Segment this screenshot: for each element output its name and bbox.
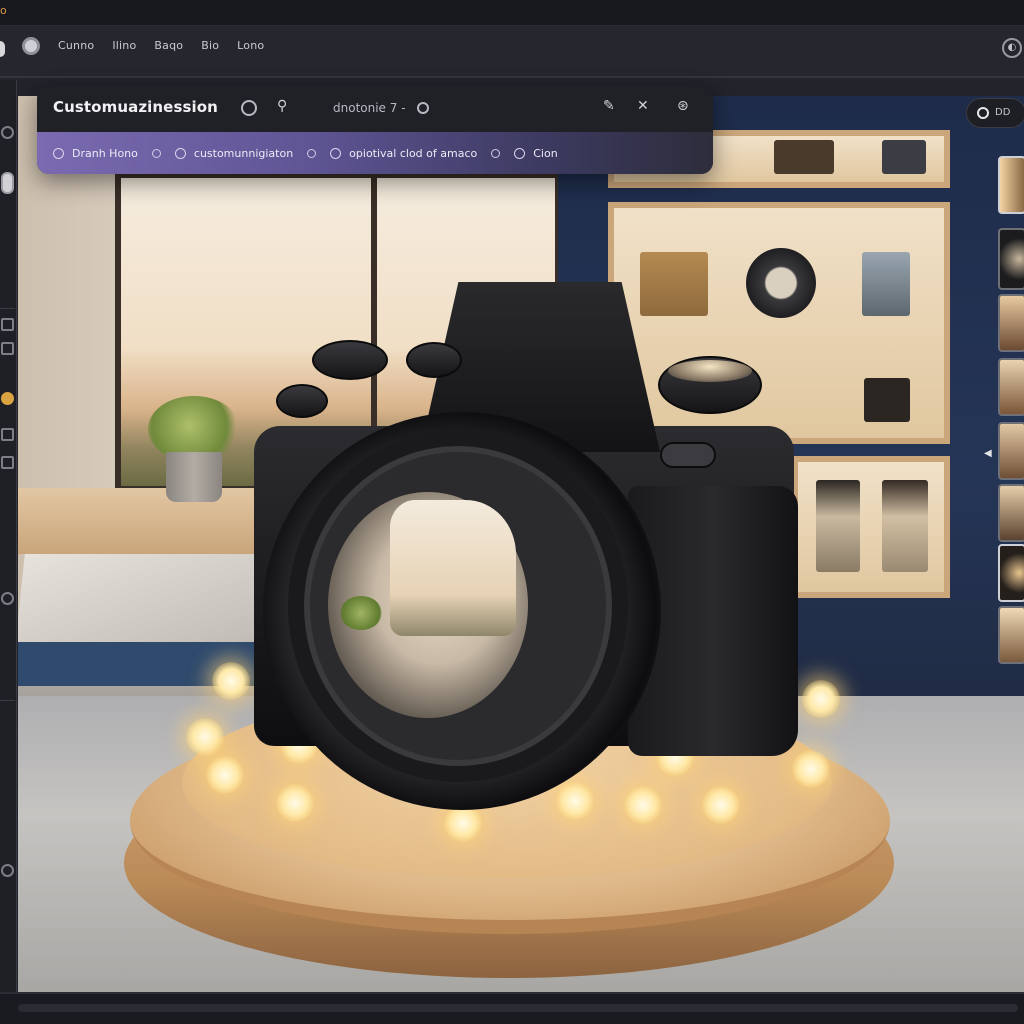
edit-icon[interactable]: ✎ xyxy=(603,98,615,114)
panel-tabs: Dranh Hono customunnigiaton opiotival cl… xyxy=(37,132,713,174)
select-icon[interactable] xyxy=(1,126,14,139)
light-bulb xyxy=(624,786,662,824)
record-icon[interactable] xyxy=(22,37,40,55)
status-bar xyxy=(0,992,1024,1024)
light-bulb xyxy=(206,756,244,794)
thumbnail[interactable] xyxy=(998,294,1024,352)
app-mark: o xyxy=(0,4,7,17)
brush-icon[interactable] xyxy=(1,456,14,469)
thumbnail[interactable] xyxy=(998,484,1024,542)
brush-icon[interactable] xyxy=(1,428,14,441)
color-icon[interactable] xyxy=(1,392,14,405)
menu-item-4[interactable]: Bio xyxy=(201,39,219,52)
plant-pot xyxy=(166,452,222,502)
thumbnail[interactable] xyxy=(998,544,1024,602)
title-bar: o xyxy=(0,0,1024,26)
circle-icon[interactable] xyxy=(241,100,257,116)
tab-3[interactable]: opiotival clod of amaco xyxy=(330,146,501,160)
camera-button xyxy=(660,442,716,468)
light-bulb xyxy=(212,662,250,700)
pin-icon[interactable]: ⚲ xyxy=(277,98,287,114)
expand-arrow-icon[interactable]: ◀ xyxy=(984,448,992,459)
thumbnail[interactable] xyxy=(998,156,1024,214)
tab-icon xyxy=(514,147,526,159)
thumbnail[interactable] xyxy=(998,422,1024,480)
zoom-icon[interactable] xyxy=(1,592,14,605)
lens-reflection-plant xyxy=(340,596,382,630)
move-icon[interactable] xyxy=(1,172,14,194)
rail-divider xyxy=(0,308,15,309)
panel-subtitle: dnotonie 7 - xyxy=(333,101,406,115)
close-icon[interactable]: ✕ xyxy=(637,98,649,114)
menu-bar: Cunno Ilino Baqo Bio Lono ◐ xyxy=(0,26,1024,78)
app-icon[interactable] xyxy=(0,41,5,57)
tool-rail xyxy=(0,80,17,992)
light-bulb xyxy=(276,784,314,822)
tab-icon xyxy=(174,147,186,159)
shelf xyxy=(608,202,950,444)
menu-item-2[interactable]: Ilino xyxy=(112,39,136,52)
tab-label: customunnigiaton xyxy=(193,146,294,160)
camera-dial xyxy=(406,342,462,378)
chip-label: DD xyxy=(995,107,1011,118)
tab-icon xyxy=(330,147,342,159)
customization-panel: Customuazinession ⚲ dnotonie 7 - ✎ ✕ ⊛ D… xyxy=(37,86,713,174)
camera-dial xyxy=(276,384,328,418)
account-icon[interactable]: ◐ xyxy=(1002,38,1022,58)
app-window: o Cunno Ilino Baqo Bio Lono ◐ Customuazi… xyxy=(0,0,1024,1024)
menu-item-1[interactable]: Cunno xyxy=(58,39,94,52)
pen-icon[interactable] xyxy=(1,318,14,331)
thumbnail[interactable] xyxy=(998,358,1024,416)
tab-icon xyxy=(53,147,64,159)
panel-title: Customuazinession xyxy=(53,98,218,116)
light-bulb xyxy=(702,786,740,824)
circle-icon[interactable] xyxy=(417,102,429,114)
light-bulb xyxy=(792,750,830,788)
thumbnail[interactable] xyxy=(998,228,1024,290)
tab-label: opiotival clod of amaco xyxy=(349,146,478,160)
tab-2[interactable]: customunnigiaton xyxy=(174,146,317,160)
menu-item-5[interactable]: Lono xyxy=(237,39,264,52)
lens-reflection xyxy=(390,500,516,636)
tab-separator-icon xyxy=(491,148,501,158)
rail-divider xyxy=(0,700,15,701)
menu-item-3[interactable]: Baqo xyxy=(154,39,183,52)
shelf xyxy=(792,456,950,598)
light-bulb xyxy=(802,680,840,718)
tab-1[interactable]: Dranh Hono xyxy=(53,147,161,160)
view-toggle-chip[interactable]: DD xyxy=(966,98,1024,128)
tab-label: Dranh Hono xyxy=(72,146,138,160)
light-bulb xyxy=(186,718,224,756)
camera-dial xyxy=(658,356,762,414)
canvas-viewport[interactable] xyxy=(18,96,1024,992)
panel-header: Customuazinession ⚲ dnotonie 7 - ✎ ✕ ⊛ xyxy=(37,86,713,132)
tab-4[interactable]: Cion xyxy=(514,146,558,160)
layers-icon[interactable]: ⊛ xyxy=(677,98,689,114)
thumbnail-strip xyxy=(996,156,1024,668)
timeline-scrollbar[interactable] xyxy=(18,1004,1018,1012)
settings-icon[interactable] xyxy=(1,864,14,877)
tab-separator-icon xyxy=(307,148,317,158)
tab-label: Cion xyxy=(533,146,558,160)
camera-dial xyxy=(312,340,388,380)
pen-icon[interactable] xyxy=(1,342,14,355)
thumbnail[interactable] xyxy=(998,606,1024,664)
menu-items: Cunno Ilino Baqo Bio Lono xyxy=(58,39,264,52)
light-bulb xyxy=(556,782,594,820)
tab-separator-icon xyxy=(151,148,161,158)
circle-icon xyxy=(977,107,989,119)
